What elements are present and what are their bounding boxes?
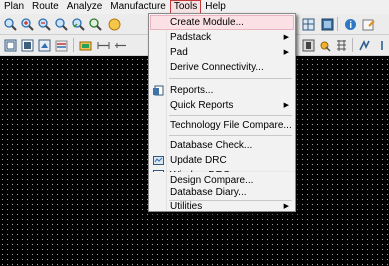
zoom-world-icon[interactable]	[88, 17, 102, 31]
tools-menu-tail: Design Compare... Database Diary... Util…	[148, 172, 296, 212]
menu-tools[interactable]: Tools	[169, 0, 202, 14]
menu-item-label: Technology File Compare...	[170, 120, 292, 131]
route-icon[interactable]	[357, 38, 371, 52]
menu-item-pad[interactable]: Pad ▶	[150, 45, 294, 60]
menubar: Plan Route Analyze Manufacture Tools Hel…	[0, 0, 389, 14]
menu-item-padstack[interactable]: Padstack ▶	[150, 30, 294, 45]
menu-item-label: Database Diary...	[170, 187, 247, 198]
zoom-in-icon[interactable]	[20, 17, 34, 31]
menu-manufacture[interactable]: Manufacture	[106, 0, 170, 14]
zoom-previous-icon[interactable]	[71, 17, 85, 31]
menu-item-update-drc[interactable]: Update DRC	[150, 153, 294, 168]
zoom-out-icon[interactable]	[37, 17, 51, 31]
menu-item-create-module[interactable]: Create Module...	[150, 15, 294, 30]
measure-icon[interactable]	[96, 38, 110, 52]
menu-item-database-diary[interactable]: Database Diary...	[150, 185, 294, 200]
menu-separator	[169, 135, 292, 136]
menu-item-derive-connectivity[interactable]: Derive Connectivity...	[150, 60, 294, 75]
menu-separator	[169, 115, 292, 116]
redraw-icon[interactable]	[107, 17, 121, 31]
menu-item-label: Reports...	[170, 85, 214, 96]
menu-item-label: Database Check...	[170, 140, 253, 151]
submenu-arrow-icon: ▶	[283, 34, 289, 41]
route-next-icon[interactable]	[375, 38, 389, 52]
submenu-arrow-icon: ▶	[283, 102, 289, 109]
component-icon[interactable]	[78, 38, 92, 52]
properties-icon[interactable]	[361, 17, 375, 31]
menu-separator	[169, 78, 292, 79]
zoom-fit-icon[interactable]	[3, 17, 17, 31]
menu-help[interactable]: Help	[201, 0, 230, 14]
zoom-window-icon[interactable]	[54, 17, 68, 31]
pin-icon[interactable]	[317, 38, 331, 52]
menu-item-label: Update DRC	[170, 155, 227, 166]
rect-icon[interactable]	[3, 38, 17, 52]
menu-analyze[interactable]: Analyze	[63, 0, 107, 14]
menu-plan[interactable]: Plan	[0, 0, 28, 14]
menu-item-label: Create Module...	[170, 17, 244, 28]
film-icon[interactable]	[301, 38, 315, 52]
menu-item-label: Padstack	[170, 32, 212, 43]
grid-icon[interactable]	[320, 17, 334, 31]
update-drc-icon	[153, 155, 164, 166]
menu-item-database-check[interactable]: Database Check...	[150, 138, 294, 153]
dimension-icon[interactable]	[113, 38, 127, 52]
menu-item-technology-file-compare[interactable]: Technology File Compare...	[150, 118, 294, 133]
menu-item-utilities[interactable]: Utilities ▶	[150, 201, 294, 212]
menu-item-label: Derive Connectivity...	[170, 62, 264, 73]
menu-item-quick-reports[interactable]: Quick Reports ▶	[150, 98, 294, 113]
shape-icon[interactable]	[20, 38, 34, 52]
submenu-arrow-icon: ▶	[283, 49, 289, 56]
menu-item-label: Utilities	[170, 201, 203, 212]
view-3d-icon[interactable]	[301, 17, 315, 31]
submenu-arrow-icon: ▶	[283, 203, 289, 210]
logic-icon[interactable]	[334, 38, 348, 52]
info-icon[interactable]	[343, 17, 357, 31]
net-icon[interactable]	[54, 38, 68, 52]
menu-item-label: Quick Reports	[170, 100, 234, 111]
reports-icon	[153, 85, 164, 96]
menu-item-reports[interactable]: Reports...	[150, 83, 294, 98]
fill-icon[interactable]	[37, 38, 51, 52]
menu-route[interactable]: Route	[28, 0, 63, 14]
menu-item-label: Pad	[170, 47, 188, 58]
